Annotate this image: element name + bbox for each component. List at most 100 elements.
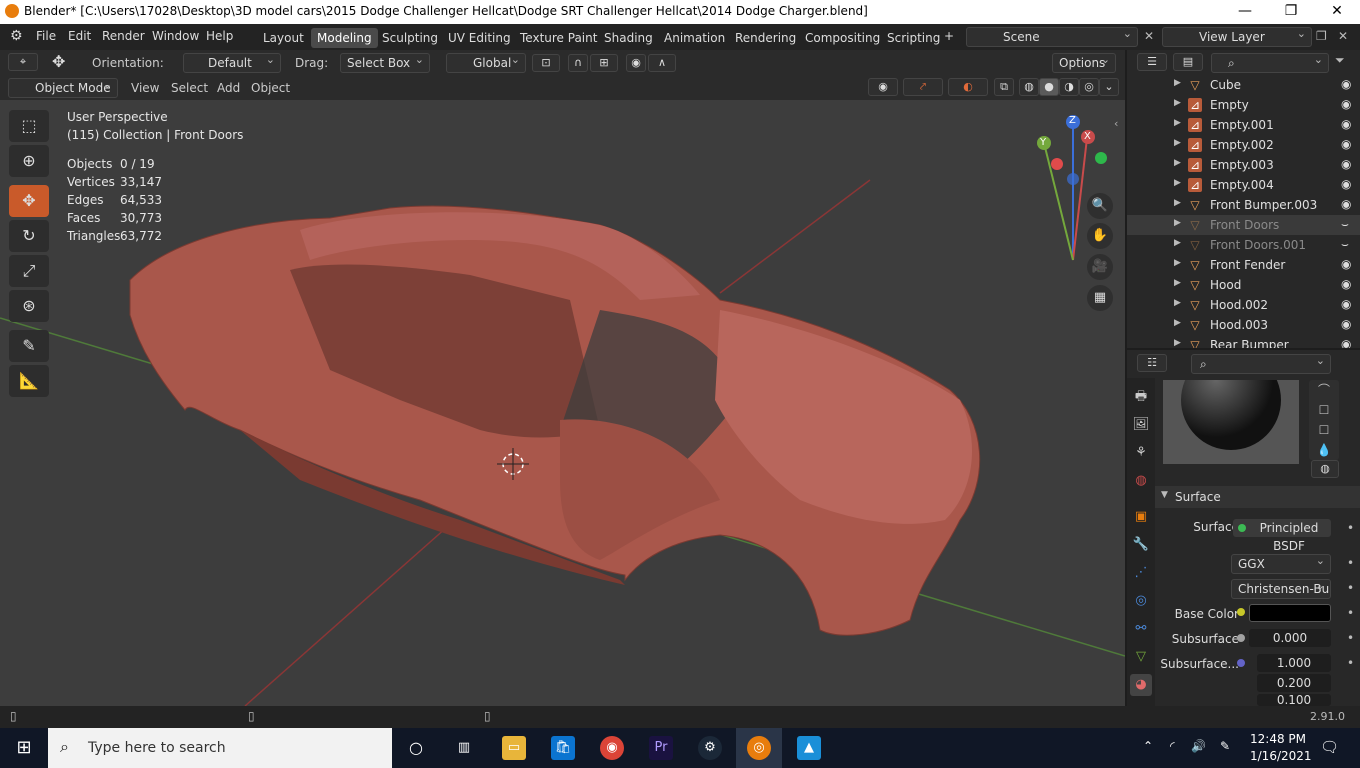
pen-icon[interactable]: ✎: [1220, 739, 1230, 753]
drag-dropdown[interactable]: Select Box: [340, 51, 430, 73]
premiere-icon[interactable]: Pr: [649, 736, 673, 760]
preview-world-icon[interactable]: ◍: [1311, 460, 1339, 478]
eye-closed-icon[interactable]: ⌣: [1341, 237, 1349, 252]
rendered-shading-icon[interactable]: ◎: [1079, 78, 1099, 96]
transform-orientation-dropdown[interactable]: Global: [446, 51, 526, 73]
select-box-tool[interactable]: ⬚: [9, 110, 49, 142]
xray-toggle-icon[interactable]: ⧉: [994, 78, 1014, 96]
subsurface-radius-z[interactable]: 0.100: [1257, 694, 1331, 706]
pan-hand-icon[interactable]: ✋: [1087, 223, 1113, 249]
blender-icon[interactable]: ◎: [747, 736, 771, 760]
solid-shading-icon[interactable]: ●: [1039, 78, 1059, 96]
blender-menu-icon[interactable]: ⚙: [10, 28, 23, 44]
keyframe-dot-icon[interactable]: •: [1347, 581, 1354, 595]
outliner-item[interactable]: ▶ ⊿ Empty.001 ◉: [1127, 115, 1360, 135]
eye-icon[interactable]: ◉: [1341, 117, 1351, 131]
surface-shader-field[interactable]: Principled BSDF: [1233, 519, 1331, 553]
eye-icon[interactable]: ◉: [1341, 297, 1351, 311]
eye-icon[interactable]: ◉: [1341, 157, 1351, 171]
constraints-tab-icon[interactable]: ⚯: [1130, 618, 1152, 640]
start-button-icon[interactable]: ⊞: [12, 736, 36, 760]
outliner-item[interactable]: ▶ ▽ Hood.002 ◉: [1127, 295, 1360, 315]
expand-arrow-icon[interactable]: ▶: [1174, 138, 1181, 148]
subsurface-field[interactable]: 0.000: [1249, 629, 1331, 647]
network-icon[interactable]: ◜: [1170, 739, 1175, 753]
menu-help[interactable]: Help: [206, 29, 233, 43]
outliner-item[interactable]: ▶ ▽ Rear Bumper ◉: [1127, 335, 1360, 348]
tab-scripting[interactable]: Scripting: [881, 28, 946, 48]
data-tab-icon[interactable]: ▽: [1130, 646, 1152, 668]
clock-date[interactable]: 1/16/2021: [1250, 749, 1312, 763]
mode-dropdown[interactable]: Object Mode: [8, 76, 118, 98]
photos-icon[interactable]: ▲: [797, 736, 821, 760]
proportional-edit-icon[interactable]: ◉: [626, 54, 646, 72]
pivot-point-icon[interactable]: ⊡: [532, 54, 560, 72]
eye-icon[interactable]: ◉: [1341, 337, 1351, 348]
expand-arrow-icon[interactable]: ▶: [1174, 298, 1181, 308]
clock-time[interactable]: 12:48 PM: [1250, 732, 1306, 746]
outliner-item[interactable]: ▶ ⊿ Empty.002 ◉: [1127, 135, 1360, 155]
scene-tab-icon[interactable]: ◍: [1130, 470, 1152, 492]
file-explorer-icon[interactable]: ▭: [502, 736, 526, 760]
snap-target-icon[interactable]: ⊞: [590, 54, 618, 72]
sidebar-toggle-icon[interactable]: ‹: [1114, 117, 1118, 130]
outliner-item[interactable]: ▶ ⊿ Empty.003 ◉: [1127, 155, 1360, 175]
zoom-icon[interactable]: 🔍: [1087, 193, 1113, 219]
outliner-item[interactable]: ▶ ▽ Front Bumper.003 ◉: [1127, 195, 1360, 215]
eye-icon[interactable]: ◉: [1341, 197, 1351, 211]
view-layer-selector[interactable]: View Layer: [1162, 25, 1312, 47]
menu-file[interactable]: File: [36, 29, 56, 43]
menu-window[interactable]: Window: [152, 29, 199, 43]
expand-arrow-icon[interactable]: ▶: [1174, 278, 1181, 288]
scale-tool[interactable]: ⤢: [9, 255, 49, 287]
tray-chevron-icon[interactable]: ⌃: [1143, 739, 1153, 753]
display-mode-icon[interactable]: ▤: [1173, 53, 1203, 71]
subsurface-radius-y[interactable]: 0.200: [1257, 674, 1331, 692]
expand-arrow-icon[interactable]: ▶: [1174, 338, 1181, 348]
keyframe-dot-icon[interactable]: •: [1347, 606, 1354, 620]
gizmo-y-label[interactable]: Y: [1040, 137, 1046, 148]
maximize-button[interactable]: ❐: [1268, 0, 1314, 24]
outliner-item[interactable]: ▶ ▽ Cube ◉: [1127, 75, 1360, 95]
eye-icon[interactable]: ◉: [1341, 137, 1351, 151]
expand-arrow-icon[interactable]: ▶: [1174, 118, 1181, 128]
eye-closed-icon[interactable]: ⌣: [1341, 217, 1349, 232]
eye-icon[interactable]: ◉: [1341, 317, 1351, 331]
keyframe-dot-icon[interactable]: •: [1347, 656, 1354, 670]
tab-shading[interactable]: Shading: [598, 28, 659, 48]
expand-arrow-icon[interactable]: ▶: [1174, 78, 1181, 88]
eye-icon[interactable]: ◉: [1341, 257, 1351, 271]
outliner-item[interactable]: ▶ ⊿ Empty.004 ◉: [1127, 175, 1360, 195]
view-layer-remove-icon[interactable]: ✕: [1338, 29, 1348, 43]
scene-remove-icon[interactable]: ✕: [1144, 29, 1154, 43]
eye-icon[interactable]: ◉: [1341, 77, 1351, 91]
tab-animation[interactable]: Animation: [658, 28, 731, 48]
minimize-button[interactable]: —: [1222, 0, 1268, 24]
expand-arrow-icon[interactable]: ▶: [1174, 98, 1181, 108]
options-dropdown[interactable]: Options: [1052, 51, 1116, 73]
add-workspace-icon[interactable]: +: [944, 29, 954, 43]
tab-rendering[interactable]: Rendering: [729, 28, 802, 48]
output-tab-icon[interactable]: 🖼: [1130, 414, 1152, 436]
tab-compositing[interactable]: Compositing: [799, 28, 886, 48]
taskbar-search-box[interactable]: ⌕ Type here to search: [48, 728, 392, 768]
outliner-item[interactable]: ▶ ▽ Front Doors.001 ⌣: [1127, 235, 1360, 255]
close-button[interactable]: ✕: [1314, 0, 1360, 24]
transform-tool[interactable]: ⊛: [9, 290, 49, 322]
tab-uv-editing[interactable]: UV Editing: [442, 28, 517, 48]
eye-icon[interactable]: ◉: [1341, 277, 1351, 291]
properties-search-input[interactable]: ⌕: [1191, 352, 1331, 374]
expand-arrow-icon[interactable]: ▶: [1174, 218, 1181, 228]
material-shading-icon[interactable]: ◑: [1059, 78, 1079, 96]
gizmo-x-label[interactable]: X: [1084, 131, 1091, 142]
expand-arrow-icon[interactable]: ▶: [1174, 198, 1181, 208]
scene-selector[interactable]: Scene: [966, 25, 1138, 47]
camera-view-icon[interactable]: 🎥: [1087, 254, 1113, 280]
task-view-icon[interactable]: ▥: [452, 736, 476, 760]
falloff-icon[interactable]: ∧: [648, 54, 676, 72]
menu-select[interactable]: Select: [171, 81, 208, 95]
outliner-item[interactable]: ▶ ▽ Hood.003 ◉: [1127, 315, 1360, 335]
filter-icon[interactable]: ⏷: [1335, 53, 1345, 68]
render-tab-icon[interactable]: 🖶: [1130, 386, 1152, 408]
keyframe-dot-icon[interactable]: •: [1347, 521, 1354, 535]
